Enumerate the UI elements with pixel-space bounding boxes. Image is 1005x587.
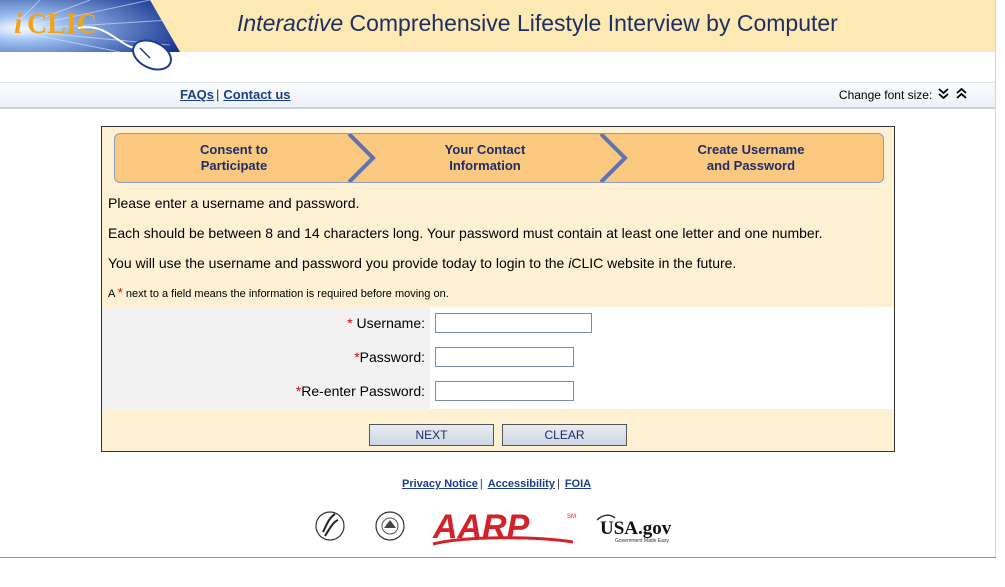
font-size-control: Change font size: <box>838 87 967 102</box>
step-username-password: Create Username and Password <box>697 142 805 173</box>
reenter-password-input[interactable] <box>435 381 574 401</box>
svg-text:Government Made Easy: Government Made Easy <box>615 538 669 544</box>
username-input[interactable] <box>435 313 592 333</box>
aarp-logo[interactable]: AARP SM <box>432 508 576 546</box>
progress-steps: Consent to Participate Your Contact Inform… <box>114 133 884 183</box>
iclic-logo[interactable]: i CLIC <box>0 0 180 75</box>
password-input[interactable] <box>435 347 574 367</box>
accessibility-link[interactable]: Accessibility <box>488 478 555 490</box>
next-button[interactable]: NEXT <box>369 424 494 446</box>
hhs-logo[interactable] <box>315 511 345 541</box>
footer-divider <box>0 557 996 558</box>
length-rule-text: Each should be between 8 and 14 characte… <box>108 225 823 241</box>
faqs-link[interactable]: FAQs <box>180 87 214 102</box>
svg-text:USA.gov: USA.gov <box>600 518 672 539</box>
nih-logo[interactable] <box>375 511 405 541</box>
increase-font-icon[interactable] <box>955 87 967 102</box>
credentials-form: * Username: *Password: *Re-enter Passwor… <box>102 307 894 409</box>
svg-text:CLIC: CLIC <box>27 9 97 40</box>
required-note: A * next to a field means the informatio… <box>108 285 449 300</box>
registration-panel: Consent to Participate Your Contact Inform… <box>101 126 895 452</box>
top-links: FAQs | Contact us <box>180 87 291 102</box>
nav-bar: FAQs | Contact us Change font size: <box>0 82 995 109</box>
footer-links: Privacy Notice | Accessibility | FOIA <box>402 478 592 490</box>
usage-text: You will use the username and password y… <box>108 255 737 271</box>
page-border <box>995 0 996 557</box>
contact-us-link[interactable]: Contact us <box>223 87 290 102</box>
decrease-font-icon[interactable] <box>938 88 950 102</box>
svg-text:SM: SM <box>567 514 576 520</box>
step-contact: Your Contact Information <box>444 142 526 173</box>
font-size-label: Change font size: <box>838 88 933 102</box>
password-label: *Password: <box>354 349 425 365</box>
svg-text:AARP: AARP <box>432 508 530 546</box>
step-consent: Consent to Participate <box>200 142 268 173</box>
privacy-notice-link[interactable]: Privacy Notice <box>402 478 478 490</box>
partner-logos: AARP SM USA.gov Government Made Easy <box>315 508 672 546</box>
intro-text: Please enter a username and password. <box>108 195 360 211</box>
logo-text: i <box>14 7 23 40</box>
usagov-logo[interactable]: USA.gov Government Made Easy <box>596 514 672 544</box>
username-label: * Username: <box>347 315 425 331</box>
foia-link[interactable]: FOIA <box>565 478 591 490</box>
reenter-password-label: *Re-enter Password: <box>295 383 425 399</box>
clear-button[interactable]: CLEAR <box>502 424 627 446</box>
site-title: Interactive Comprehensive Lifestyle Inte… <box>237 10 838 36</box>
